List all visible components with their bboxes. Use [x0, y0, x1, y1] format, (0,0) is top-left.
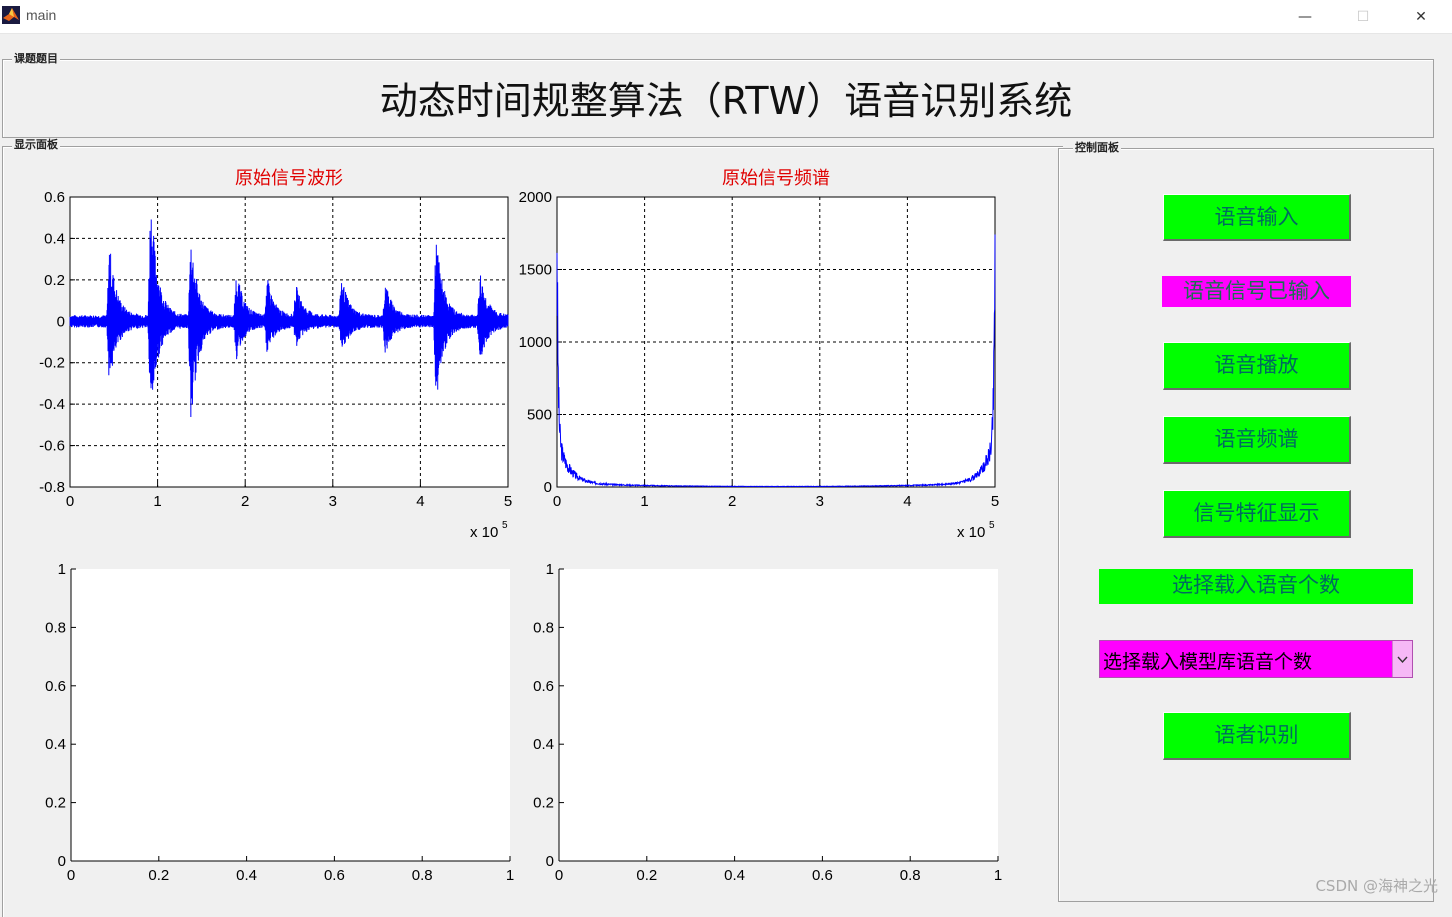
axes-2-y-tick-label: 0.6 [45, 678, 66, 695]
axes-2-y-tick-label: 0.2 [45, 795, 66, 812]
axes-3-background [559, 569, 998, 861]
select-count-label: 选择载入语音个数 [1099, 569, 1413, 604]
axes-3-x-tick-label: 0.4 [724, 867, 745, 884]
speaker-recognition-button[interactable]: 语者识别 [1163, 712, 1351, 760]
axes-1-y-tick-label: 1500 [519, 262, 552, 279]
axes-3-x-tick-label: 0.2 [636, 867, 657, 884]
axes-0-y-tick-label: -0.4 [39, 396, 65, 413]
axes-1-y-tick-label: 2000 [519, 189, 552, 206]
axes-1-x-tick-label: 2 [728, 493, 736, 510]
axes-0-y-tick-label: 0.4 [44, 230, 65, 247]
axes-3-y-tick-label: 0 [546, 853, 554, 870]
axes-0-x-tick-label: 3 [329, 493, 337, 510]
axes-2-y-tick-label: 0.4 [45, 736, 66, 753]
axes-2-x-tick-label: 0.8 [412, 867, 433, 884]
axes-0-x-tick-label: 5 [504, 493, 512, 510]
axes-3-y-tick-label: 1 [546, 561, 554, 578]
voice-spectrum-button[interactable]: 语音频谱 [1163, 416, 1351, 464]
axes-1-x-tick-label: 0 [553, 493, 561, 510]
axes-0-x-tick-label: 2 [241, 493, 249, 510]
axes-2-x-tick-label: 0.2 [148, 867, 169, 884]
feature-display-button[interactable]: 信号特征显示 [1163, 490, 1351, 538]
axes-0-y-tick-label: -0.8 [39, 479, 65, 496]
axes-3-y-tick-label: 0.2 [533, 795, 554, 812]
axes-0-y-tick-label: 0.6 [44, 189, 65, 206]
axes-0-x-tick-label: 4 [416, 493, 424, 510]
axes-3-x-tick-label: 0.8 [900, 867, 921, 884]
input-status-text: 语音信号已输入 [1162, 276, 1351, 307]
watermark: CSDN @海神之光 [1315, 877, 1438, 895]
axes-3-y-tick-label: 0.4 [533, 736, 554, 753]
axes-2-x-tick-label: 0.6 [324, 867, 345, 884]
axes-3-y-tick-label: 0.8 [533, 619, 554, 636]
axes-1-x-tick-label: 1 [640, 493, 648, 510]
axes-1-y-tick-label: 500 [527, 407, 552, 424]
axes-0-x-exponent-power: 5 [502, 520, 508, 531]
voice-play-button[interactable]: 语音播放 [1163, 342, 1351, 390]
axes-1-x-tick-label: 5 [991, 493, 999, 510]
dropdown-value: 选择载入模型库语音个数 [1103, 651, 1313, 673]
axes-2-x-tick-label: 1 [506, 867, 514, 884]
axes-1-y-tick-label: 1000 [519, 334, 552, 351]
axes-0-y-tick-label: -0.2 [39, 355, 65, 372]
axes-2-y-tick-label: 0.8 [45, 619, 66, 636]
axes-1-x-tick-label: 3 [816, 493, 824, 510]
axes-0-y-tick-label: 0 [57, 313, 65, 330]
chevron-down-icon[interactable] [1392, 641, 1412, 677]
axes-2-x-tick-label: 0.4 [236, 867, 257, 884]
axes-1-y-tick-label: 0 [544, 479, 552, 496]
axes-2-background [71, 569, 510, 861]
model-count-dropdown[interactable]: 选择载入模型库语音个数 [1099, 640, 1413, 678]
axes-0-x-tick-label: 1 [153, 493, 161, 510]
axes-3-x-tick-label: 0.6 [812, 867, 833, 884]
axes-0-x-tick-label: 0 [66, 493, 74, 510]
axes-0-x-exponent: x 10 [470, 524, 498, 541]
axes-2-x-tick-label: 0 [67, 867, 75, 884]
axes-3-y-tick-label: 0.6 [533, 678, 554, 695]
axes-2-y-tick-label: 0 [58, 853, 66, 870]
axes-0-y-tick-label: -0.6 [39, 438, 65, 455]
axes-1-x-exponent: x 10 [957, 524, 985, 541]
axes-3-x-tick-label: 0 [555, 867, 563, 884]
axes-1-x-exponent-power: 5 [989, 520, 995, 531]
axes-2-y-tick-label: 1 [58, 561, 66, 578]
axes-0-y-tick-label: 0.2 [44, 272, 65, 289]
voice-input-button[interactable]: 语音输入 [1163, 194, 1351, 241]
axes-1-x-tick-label: 4 [903, 493, 911, 510]
axes-3-x-tick-label: 1 [994, 867, 1002, 884]
